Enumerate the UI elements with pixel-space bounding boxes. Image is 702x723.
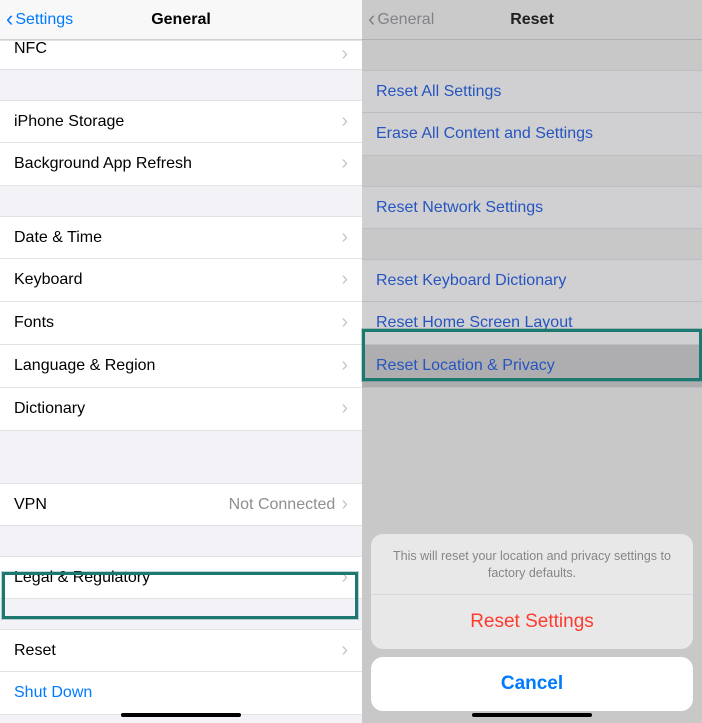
group-gap <box>362 229 702 259</box>
row-reset-keyboard-dictionary[interactable]: Reset Keyboard Dictionary <box>362 259 702 302</box>
row-reset-location-privacy[interactable]: Reset Location & Privacy <box>362 345 702 388</box>
row-iphone-storage[interactable]: iPhone Storage › <box>0 100 362 143</box>
row-language-region[interactable]: Language & Region › <box>0 345 362 388</box>
group-gap <box>362 40 702 70</box>
row-label: VPN <box>14 496 229 514</box>
chevron-right-icon: › <box>341 355 348 375</box>
action-sheet-message: This will reset your location and privac… <box>371 534 693 595</box>
chevron-right-icon: › <box>341 44 348 64</box>
home-indicator[interactable] <box>472 713 592 717</box>
chevron-right-icon: › <box>341 567 348 587</box>
chevron-left-icon: ‹ <box>6 8 13 30</box>
back-to-general-button[interactable]: ‹ General <box>368 9 434 31</box>
row-label: Shut Down <box>14 684 348 702</box>
chevron-right-icon: › <box>341 640 348 660</box>
row-nfc[interactable]: NFC › <box>0 40 362 70</box>
row-fonts[interactable]: Fonts › <box>0 302 362 345</box>
row-erase-all-content[interactable]: Erase All Content and Settings <box>362 113 702 156</box>
chevron-right-icon: › <box>341 227 348 247</box>
row-label: Reset Network Settings <box>376 199 688 217</box>
chevron-right-icon: › <box>341 398 348 418</box>
row-reset-home-screen-layout[interactable]: Reset Home Screen Layout <box>362 302 702 345</box>
action-sheet-group: This will reset your location and privac… <box>371 534 693 649</box>
row-label: Date & Time <box>14 229 341 247</box>
group-gap <box>0 431 362 483</box>
row-label: Reset Home Screen Layout <box>376 314 688 332</box>
back-label: Settings <box>15 11 73 29</box>
row-vpn[interactable]: VPN Not Connected › <box>0 483 362 526</box>
reset-screen: ‹ General Reset Reset All Settings Erase… <box>362 0 702 723</box>
row-label: Keyboard <box>14 271 341 289</box>
back-label: General <box>377 11 434 29</box>
group-gap <box>0 599 362 629</box>
nav-title: Reset <box>510 11 554 29</box>
row-shut-down[interactable]: Shut Down <box>0 672 362 715</box>
row-dictionary[interactable]: Dictionary › <box>0 388 362 431</box>
general-settings-screen: ‹ Settings General NFC › iPhone Storage … <box>0 0 362 723</box>
row-label: iPhone Storage <box>14 113 341 131</box>
chevron-right-icon: › <box>341 111 348 131</box>
row-date-time[interactable]: Date & Time › <box>0 216 362 259</box>
chevron-left-icon: ‹ <box>368 8 375 30</box>
row-keyboard[interactable]: Keyboard › <box>0 259 362 302</box>
home-indicator[interactable] <box>121 713 241 717</box>
row-label: Legal & Regulatory <box>14 569 341 587</box>
row-label: Reset Location & Privacy <box>376 357 688 375</box>
chevron-right-icon: › <box>341 153 348 173</box>
row-label: Reset All Settings <box>376 83 688 101</box>
row-label: Erase All Content and Settings <box>376 125 688 143</box>
back-to-settings-button[interactable]: ‹ Settings <box>6 9 73 31</box>
chevron-right-icon: › <box>341 494 348 514</box>
row-reset-network-settings[interactable]: Reset Network Settings <box>362 186 702 229</box>
group-gap <box>362 156 702 186</box>
nav-bar-reset: ‹ General Reset <box>362 0 702 40</box>
row-reset-all-settings[interactable]: Reset All Settings <box>362 70 702 113</box>
general-list[interactable]: NFC › iPhone Storage › Background App Re… <box>0 40 362 723</box>
row-reset[interactable]: Reset › <box>0 629 362 672</box>
nav-title: General <box>151 11 211 29</box>
row-label: Reset Keyboard Dictionary <box>376 272 688 290</box>
row-label: Fonts <box>14 314 341 332</box>
row-legal-regulatory[interactable]: Legal & Regulatory › <box>0 556 362 599</box>
chevron-right-icon: › <box>341 312 348 332</box>
group-gap <box>0 70 362 100</box>
chevron-right-icon: › <box>341 269 348 289</box>
group-gap <box>0 526 362 556</box>
nav-bar-general: ‹ Settings General <box>0 0 362 40</box>
row-label: Reset <box>14 642 341 660</box>
row-label: Background App Refresh <box>14 155 341 173</box>
row-label: Dictionary <box>14 400 341 418</box>
row-label: NFC <box>14 40 341 58</box>
row-value: Not Connected <box>229 496 336 514</box>
group-gap <box>0 186 362 216</box>
cancel-button[interactable]: Cancel <box>371 657 693 711</box>
reset-settings-button[interactable]: Reset Settings <box>371 595 693 649</box>
row-background-app-refresh[interactable]: Background App Refresh › <box>0 143 362 186</box>
row-label: Language & Region <box>14 357 341 375</box>
action-sheet: This will reset your location and privac… <box>371 534 693 711</box>
